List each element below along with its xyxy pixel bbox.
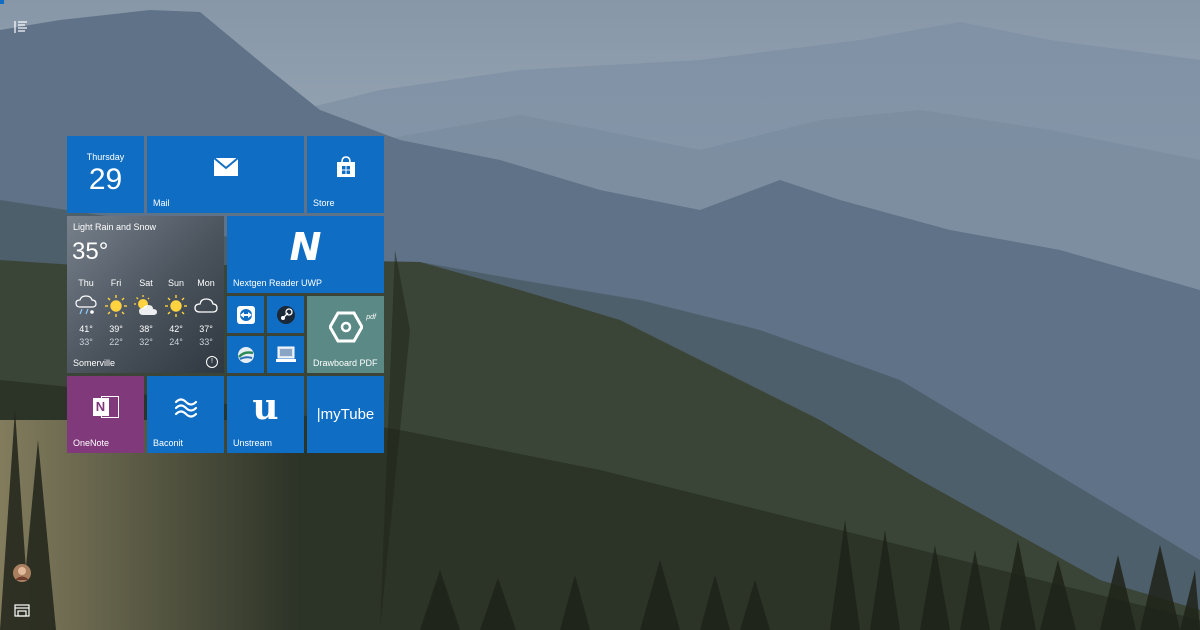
forecast-low: 22° xyxy=(109,337,123,347)
app-tile-computer[interactable] xyxy=(267,336,304,373)
forecast-day: Fri xyxy=(110,278,122,288)
store-tile[interactable]: Store xyxy=(307,136,384,213)
mail-label: Mail xyxy=(153,198,170,208)
weather-temperature: 35° xyxy=(72,238,109,265)
forecast-high: 41° xyxy=(79,324,93,334)
computer-app-icon xyxy=(275,346,296,362)
calendar-date: 29 xyxy=(88,163,123,196)
forecast-day: Mon xyxy=(197,278,215,288)
teamviewer-tile[interactable] xyxy=(227,296,264,333)
forecast-low: 24° xyxy=(169,337,183,347)
rain-snow-icon xyxy=(72,294,100,318)
drawboard-hexagon-icon xyxy=(328,311,363,342)
forecast-low: 32° xyxy=(139,337,153,347)
calendar-day: Thursday xyxy=(86,152,125,162)
nextgen-n-logo-icon: N xyxy=(289,224,322,269)
mail-icon-wrap xyxy=(147,136,304,197)
forecast-day: Sun xyxy=(167,278,184,288)
teamviewer-icon xyxy=(236,305,255,324)
baconit-tile[interactable]: Baconit xyxy=(147,376,224,453)
onenote-tile[interactable]: N OneNote xyxy=(67,376,144,453)
nextgen-logo-wrap: N xyxy=(227,216,384,277)
cloudy-icon xyxy=(192,294,220,318)
onenote-icon: N xyxy=(92,394,119,420)
unstream-label: Unstream xyxy=(233,438,273,448)
weather-location: Somerville xyxy=(73,358,116,368)
all-apps-list-icon[interactable] xyxy=(11,17,31,37)
calendar-tile[interactable]: Thursday 29 xyxy=(67,136,144,213)
forecast-high: 37° xyxy=(199,324,213,334)
baconit-label: Baconit xyxy=(153,438,184,448)
onenote-label: OneNote xyxy=(73,438,110,448)
steam-tile[interactable] xyxy=(267,296,304,333)
nextgen-reader-tile[interactable]: N Nextgen Reader UWP xyxy=(227,216,384,293)
envelope-icon xyxy=(213,157,238,176)
store-icon-wrap xyxy=(307,136,384,197)
store-label: Store xyxy=(313,198,335,208)
forecast-day: Thu xyxy=(78,278,94,288)
unstream-tile[interactable]: u Unstream xyxy=(227,376,304,453)
forecast-day: Sat xyxy=(139,278,153,288)
forecast-high: 42° xyxy=(169,324,183,334)
drawboard-pdf-glyph: pdf xyxy=(366,314,376,321)
sun-icon xyxy=(162,294,190,318)
forecast-high: 39° xyxy=(109,324,123,334)
shopping-bag-icon xyxy=(336,155,355,177)
unstream-u-logo-icon: u xyxy=(252,385,279,428)
mytube-logo: |myTube xyxy=(316,406,375,423)
weather-condition: Light Rain and Snow xyxy=(73,222,157,232)
steam-icon xyxy=(276,305,295,324)
forecast-low: 33° xyxy=(199,337,213,347)
info-icon: ! xyxy=(206,356,218,368)
mail-tile[interactable]: Mail xyxy=(147,136,304,213)
forecast-low: 33° xyxy=(79,337,93,347)
nextgen-label: Nextgen Reader UWP xyxy=(233,278,323,288)
weather-tile[interactable]: Light Rain and Snow 35° Thu Fri Sat Sun … xyxy=(67,216,224,373)
drawboard-pdf-tile[interactable]: pdf Drawboard PDF xyxy=(307,296,384,373)
drawboard-label: Drawboard PDF xyxy=(313,358,378,368)
globe-app-icon xyxy=(237,346,254,363)
app-tile-globe[interactable] xyxy=(227,336,264,373)
active-indicator xyxy=(0,0,4,4)
forecast-high: 38° xyxy=(139,324,153,334)
mytube-tile[interactable]: |myTube xyxy=(307,376,384,453)
sun-icon xyxy=(102,294,130,318)
file-explorer-icon[interactable] xyxy=(12,600,32,620)
user-avatar[interactable] xyxy=(12,563,32,583)
baconit-wave-icon xyxy=(174,397,197,418)
partly-sunny-icon xyxy=(132,294,160,318)
